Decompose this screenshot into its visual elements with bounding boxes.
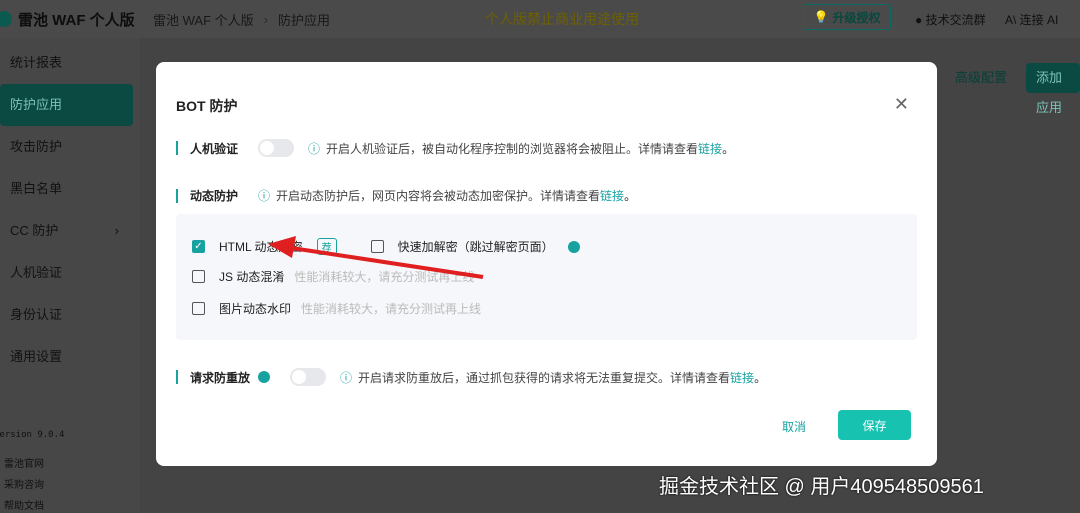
brand: 雷池 WAF 个人版 — [18, 11, 135, 29]
upgrade-label: 升级授权 — [832, 10, 881, 25]
replay-section: 请求防重放 ⓘ 开启请求防重放后，通过抓包获得的请求将无法重复提交。详情请查看 … — [176, 368, 766, 386]
community-link[interactable]: ● 技术交流群 — [915, 11, 986, 28]
section-bar — [176, 188, 178, 203]
advanced-config-button[interactable]: 高级配置 — [945, 63, 1017, 93]
replay-toggle[interactable] — [290, 368, 327, 386]
captcha-link[interactable]: 链接 — [698, 140, 722, 157]
replay-desc: 开启请求防重放后，通过抓包获得的请求将无法重复提交。详情请查看 — [358, 370, 731, 385]
section-bar — [176, 141, 178, 155]
section-bar — [176, 370, 178, 384]
sidebar-item-settings[interactable]: 通用设置 — [0, 336, 133, 378]
period: 。 — [722, 141, 735, 156]
notice: 个人版禁止商业用途使用 — [485, 11, 639, 27]
sidebar-item-captcha[interactable]: 人机验证 — [0, 252, 133, 294]
top-bar: 雷池 WAF 个人版 雷池 WAF 个人版 › 防护应用 个人版禁止商业用途使用… — [0, 0, 1080, 38]
save-button[interactable]: 保存 — [838, 410, 911, 440]
ai-link[interactable]: A\ 连接 AI — [1005, 11, 1058, 28]
lightbulb-icon: 💡 — [813, 10, 829, 24]
image-watermark-label: 图片动态水印 — [219, 302, 292, 316]
sidebar-item-cc[interactable]: CC 防护 › — [0, 210, 133, 252]
footer-link-docs[interactable]: 帮助文档 — [4, 497, 44, 512]
upgrade-button[interactable]: 💡 升级授权 — [803, 4, 891, 30]
pro-icon — [258, 371, 271, 383]
cancel-button[interactable]: 取消 — [782, 418, 806, 435]
dynamic-link[interactable]: 链接 — [600, 187, 624, 204]
html-encrypt-label: HTML 动态加密 — [219, 240, 303, 254]
footer-link-purchase[interactable]: 采购咨询 — [4, 476, 44, 491]
breadcrumb-current: 防护应用 — [277, 12, 330, 28]
period: 。 — [754, 370, 767, 385]
community-label: 技术交流群 — [925, 12, 986, 27]
pro-icon — [567, 240, 580, 253]
add-app-button[interactable]: 添加应用 — [1026, 63, 1080, 115]
info-icon: ⓘ — [308, 141, 321, 156]
dynamic-section: 动态防护 ⓘ 开启动态防护后，网页内容将会被动态加密保护。详情请查看 链接。 — [176, 187, 636, 204]
version: Version 9.0.4 — [0, 430, 65, 440]
logo-icon — [0, 11, 12, 27]
bot-protection-dialog: BOT 防护 ✕ 人机验证 ⓘ 开启人机验证后，被自动化程序控制的浏览器将会被阻… — [156, 62, 937, 466]
sidebar-item-attack[interactable]: 攻击防护 — [0, 126, 133, 168]
option-row: ✓ HTML 动态加密 荐 快速加解密（跳过解密页面） — [192, 238, 580, 255]
option-row: 图片动态水印 性能消耗较大，请充分测试再上线 — [192, 300, 481, 317]
sidebar-item-lists[interactable]: 黑白名单 — [0, 168, 133, 210]
image-watermark-hint: 性能消耗较大，请充分测试再上线 — [301, 302, 482, 316]
replay-link[interactable]: 链接 — [730, 369, 754, 386]
cc-label: CC 防护 — [10, 223, 59, 238]
js-obfuscate-checkbox[interactable] — [192, 270, 205, 283]
recommended-badge: 荐 — [316, 238, 337, 255]
captcha-section: 人机验证 ⓘ 开启人机验证后，被自动化程序控制的浏览器将会被阻止。详情请查看 链… — [176, 139, 734, 157]
period: 。 — [624, 189, 637, 203]
option-row: JS 动态混淆 性能消耗较大，请充分测试再上线 — [192, 268, 474, 285]
ai-label: 连接 AI — [1019, 12, 1059, 27]
dynamic-label: 动态防护 — [190, 189, 239, 203]
sidebar-item-auth[interactable]: 身份认证 — [0, 294, 133, 336]
captcha-toggle[interactable] — [258, 139, 295, 157]
captcha-desc: 开启人机验证后，被自动化程序控制的浏览器将会被阻止。详情请查看 — [326, 141, 699, 156]
close-icon[interactable]: ✕ — [894, 94, 909, 115]
image-watermark-checkbox[interactable] — [192, 302, 205, 315]
dialog-title: BOT 防护 — [176, 98, 238, 114]
footer-link-site[interactable]: 雷池官网 — [4, 455, 44, 470]
sidebar: 统计报表 防护应用 攻击防护 黑白名单 CC 防护 › 人机验证 身份认证 通用设… — [0, 38, 140, 513]
info-icon: ⓘ — [258, 189, 271, 203]
dynamic-options-panel: ✓ HTML 动态加密 荐 快速加解密（跳过解密页面） JS 动态混淆 性能消耗… — [176, 214, 917, 340]
chevron-right-icon: › — [114, 223, 119, 238]
fast-decrypt-label: 快速加解密（跳过解密页面） — [397, 240, 554, 254]
js-obfuscate-hint: 性能消耗较大，请充分测试再上线 — [294, 270, 475, 284]
breadcrumb-root[interactable]: 雷池 WAF 个人版 — [153, 10, 254, 29]
info-icon: ⓘ — [340, 370, 353, 385]
captcha-label: 人机验证 — [190, 141, 239, 156]
html-encrypt-checkbox[interactable]: ✓ — [192, 240, 205, 253]
sidebar-item-stats[interactable]: 统计报表 — [0, 42, 133, 84]
sidebar-item-apps[interactable]: 防护应用 — [0, 84, 133, 126]
replay-label: 请求防重放 — [190, 370, 251, 385]
fast-decrypt-checkbox[interactable] — [370, 240, 384, 253]
breadcrumb-separator: › — [263, 11, 268, 27]
dynamic-desc: 开启动态防护后，网页内容将会被动态加密保护。详情请查看 — [276, 189, 601, 203]
watermark: 掘金技术社区 @ 用户409548509561 — [659, 476, 984, 498]
js-obfuscate-label: JS 动态混淆 — [219, 270, 285, 284]
